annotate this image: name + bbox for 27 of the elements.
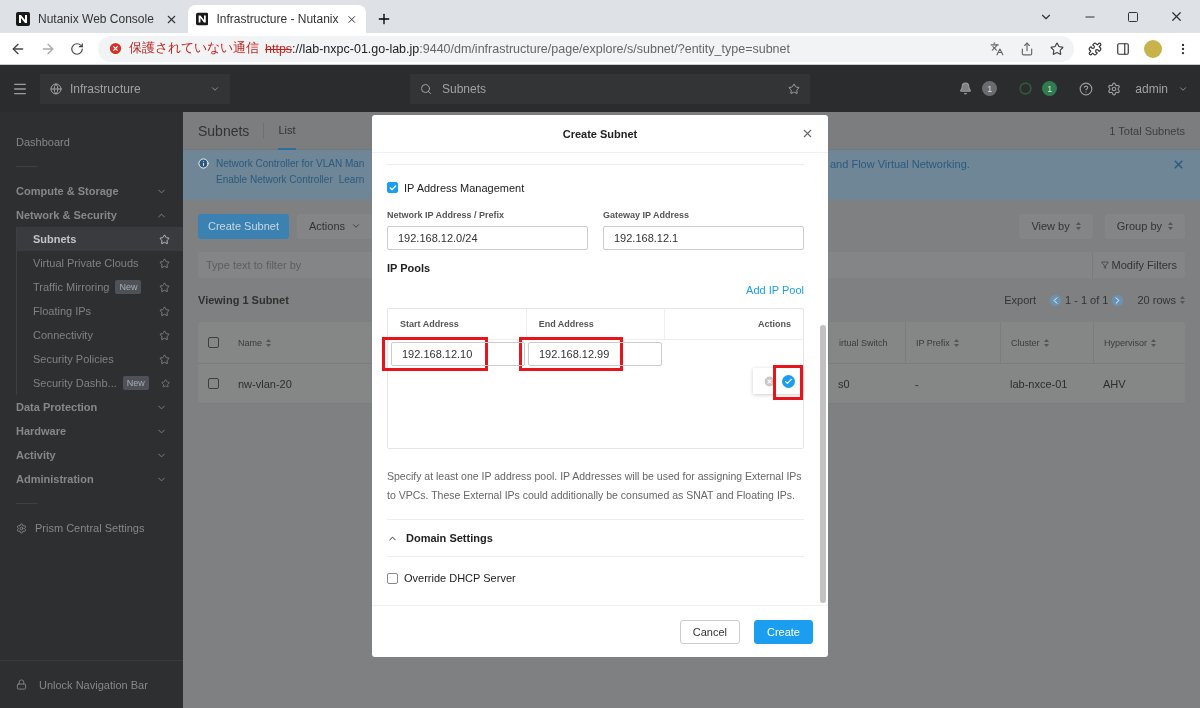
checkbox-label: IP Address Management	[404, 181, 525, 194]
total-count: 1 Total Subnets	[1109, 124, 1185, 137]
table-cell: s0	[838, 377, 850, 390]
url-text: https://lab-nxpc-01.go-lab.jp:9440/dm/infrastructure/page/explore/s/subnet/?entity_type=subnet	[265, 41, 790, 56]
banner-text: and Flow Virtual Networking.	[830, 158, 970, 170]
pagination-text: 1 - 1 of 1	[1065, 294, 1109, 306]
help-text: Specify at least one IP address pool. IP Addresses will be used for assigning External IPs to VPCs. These External IPs could additionally be consumed as SNAT and Floating IPs.	[387, 469, 803, 503]
banner-text: Network Controller for VLAN Man	[216, 158, 365, 169]
new-badge: New	[122, 376, 149, 390]
column-header: Start Address	[400, 319, 459, 329]
column-header: Actions	[758, 319, 791, 329]
section-title: IP Pools	[387, 262, 432, 274]
alert-count: 1	[982, 81, 998, 96]
table-cell: -	[915, 377, 919, 390]
table-cell: AHV	[1103, 377, 1126, 390]
security-label: 保護されていない通信	[129, 40, 259, 57]
field-label: Gateway IP Address	[603, 210, 691, 220]
column-header: End Address	[538, 319, 594, 329]
page-title: Subnets	[198, 122, 265, 139]
new-badge: New	[115, 280, 142, 294]
checkbox-label: Override DHCP Server	[404, 572, 516, 584]
dialog-title: Create Subnet	[562, 127, 638, 140]
table-cell: lab-nxce-01	[1010, 377, 1068, 390]
field-label: Network IP Address / Prefix	[387, 210, 506, 220]
table-cell: nw-vlan-20	[238, 377, 292, 390]
task-count: 1	[1042, 81, 1058, 96]
viewing-count: Viewing 1 Subnet	[198, 294, 289, 306]
